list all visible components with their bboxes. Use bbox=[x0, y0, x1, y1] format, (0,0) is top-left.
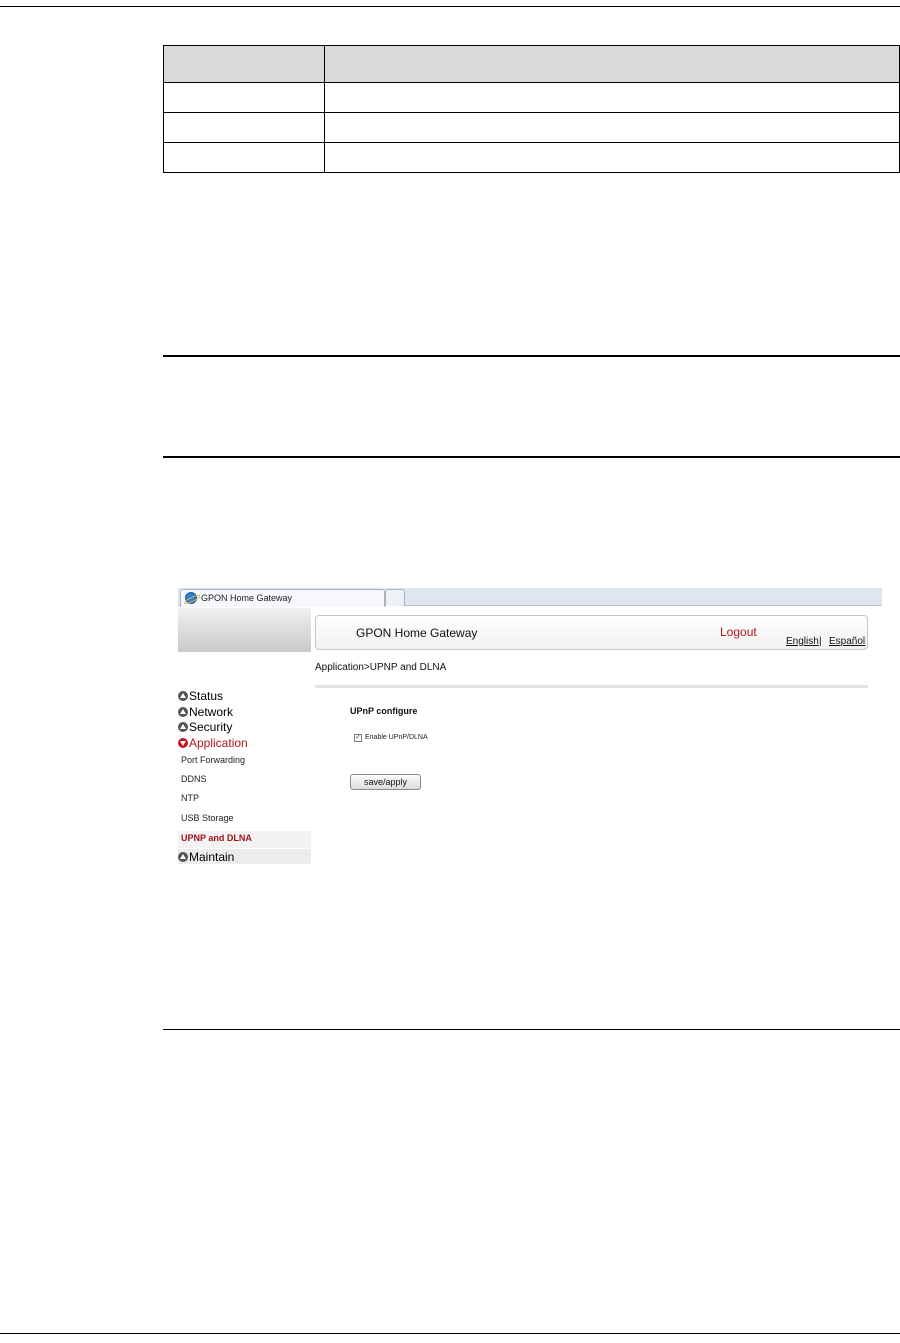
content-divider bbox=[315, 685, 868, 688]
sidebar-item-label: Network bbox=[189, 705, 234, 719]
expand-icon bbox=[178, 707, 188, 717]
collapse-icon bbox=[178, 738, 188, 748]
table-row bbox=[163, 112, 900, 143]
table-header-cell bbox=[163, 45, 325, 83]
sidebar-item-label: Security bbox=[189, 720, 233, 734]
enable-upnp-checkbox[interactable]: ✓ bbox=[354, 734, 362, 742]
sidebar-item-status[interactable]: Status bbox=[178, 689, 223, 704]
sidebar: Status Network Security Application Port… bbox=[178, 652, 311, 864]
sidebar-item-label: Maintain bbox=[189, 850, 235, 864]
table-cell bbox=[163, 112, 325, 143]
table-cell bbox=[163, 142, 325, 173]
sidebar-subitem-upnp-dlna[interactable]: UPNP and DLNA bbox=[181, 833, 252, 843]
note-bottom-rule bbox=[163, 456, 900, 458]
language-separator: | bbox=[819, 636, 822, 647]
sidebar-subitem-ntp[interactable]: NTP bbox=[181, 793, 199, 803]
browser-tab[interactable]: GPON Home Gateway bbox=[180, 589, 385, 607]
browser-tab-title: GPON Home Gateway bbox=[201, 593, 293, 603]
save-apply-button[interactable]: save/apply bbox=[350, 774, 421, 790]
table-cell bbox=[324, 112, 900, 143]
table-header-row bbox=[163, 45, 900, 83]
gateway-screenshot: GPON Home Gateway Status Network Securit… bbox=[178, 588, 882, 864]
sidebar-subitem-port-forwarding[interactable]: Port Forwarding bbox=[181, 755, 245, 765]
browser-logo-icon bbox=[185, 592, 197, 604]
checkmark-icon: ✓ bbox=[355, 734, 361, 741]
sidebar-item-label: Status bbox=[189, 689, 224, 703]
section-title: UPnP configure bbox=[350, 706, 418, 716]
new-tab-button[interactable] bbox=[385, 589, 405, 606]
sidebar-item-security[interactable]: Security bbox=[178, 720, 232, 735]
sidebar-subitem-ddns[interactable]: DDNS bbox=[181, 774, 207, 784]
figure-bottom-rule bbox=[163, 1029, 900, 1030]
table-cell bbox=[324, 82, 900, 113]
breadcrumb: Application>UPNP and DLNA bbox=[315, 662, 447, 673]
parameter-table bbox=[163, 45, 900, 173]
language-english-link[interactable]: English bbox=[786, 636, 819, 647]
note-top-rule bbox=[163, 355, 900, 357]
logout-link[interactable]: Logout bbox=[720, 625, 757, 639]
expand-icon bbox=[178, 722, 188, 732]
enable-upnp-label: Enable UPnP/DLNA bbox=[365, 734, 428, 741]
table-cell bbox=[324, 142, 900, 173]
bottom-rule bbox=[0, 1333, 900, 1334]
table-row bbox=[163, 142, 900, 173]
top-rule bbox=[0, 6, 900, 7]
table-row bbox=[163, 82, 900, 113]
browser-tab-bar: GPON Home Gateway bbox=[178, 588, 882, 607]
app-title: GPON Home Gateway bbox=[356, 626, 478, 640]
sidebar-item-network[interactable]: Network bbox=[178, 705, 233, 720]
table-cell bbox=[163, 82, 325, 113]
sidebar-item-maintain[interactable]: Maintain bbox=[178, 850, 234, 864]
language-spanish-link[interactable]: Español bbox=[829, 636, 865, 647]
gateway-header: GPON Home Gateway Logout English | Españ… bbox=[315, 615, 868, 650]
expand-icon bbox=[178, 691, 188, 701]
sidebar-subitem-usb-storage[interactable]: USB Storage bbox=[181, 813, 234, 823]
sidebar-header bbox=[178, 608, 311, 652]
sidebar-item-application[interactable]: Application bbox=[178, 736, 248, 751]
expand-icon bbox=[178, 852, 188, 862]
sidebar-item-label: Application bbox=[189, 736, 248, 750]
table-header-cell bbox=[324, 45, 900, 83]
